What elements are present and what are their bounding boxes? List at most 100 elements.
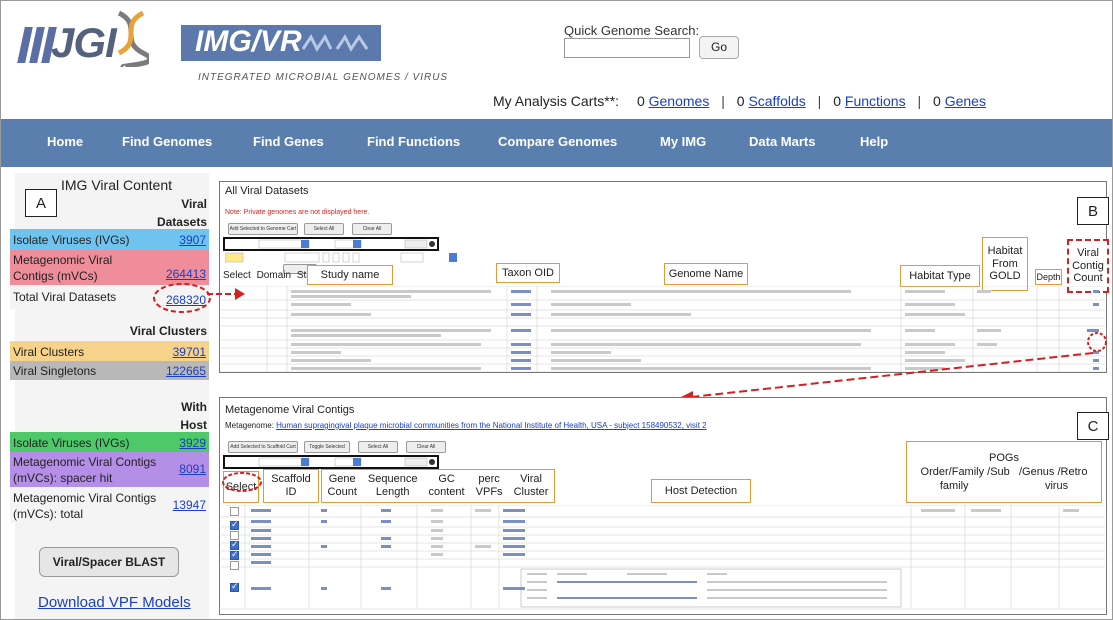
viral-cluster-label: Viral Cluster (513, 473, 549, 498)
filter-controls (258, 239, 435, 249)
filter-controls (258, 457, 435, 467)
callout-viral-contig-count: Viral Contig Count (1067, 239, 1109, 293)
row-label: Total Viral Datasets (13, 290, 117, 304)
row-value-link[interactable]: 122665 (166, 364, 206, 378)
highlight-select-ellipse (222, 472, 262, 492)
viral-clusters-header: Viral Clusters (129, 324, 207, 338)
row-checkbox[interactable] (230, 507, 239, 516)
virus-squiggle-icon (301, 34, 369, 52)
pager-controls (225, 252, 457, 263)
nav-help[interactable]: Help (860, 134, 888, 149)
nav-find-genes[interactable]: Find Genes (253, 134, 324, 149)
main-nav: Home Find Genomes Find Genes Find Functi… (1, 119, 1112, 167)
highlight-arrow-to-panel-b (207, 288, 245, 300)
viral-spacer-blast-button[interactable]: Viral/Spacer BLAST (39, 547, 179, 577)
callout-habitat-type: Habitat Type (900, 265, 980, 287)
cart-scaffolds-link[interactable]: Scaffolds (748, 93, 805, 109)
sidebar-row-host-isolate: Isolate Viruses (IVGs) 3929 (10, 432, 209, 452)
row-value-link[interactable]: 3907 (179, 233, 206, 247)
viral-datasets-header: Viral Datasets (156, 197, 207, 229)
callout-pogs: POGs Order/Family /Sub /Genus /Retro fam… (906, 441, 1102, 503)
quick-search-go-button[interactable]: Go (699, 36, 739, 59)
metagenome-prefix: Metagenome: (225, 421, 274, 430)
sidebar-row-host-spacer-hit: Metagenomic Viral Contigs (mVCs): spacer… (10, 452, 209, 487)
callout-taxon-oid: Taxon OID (496, 263, 560, 283)
carts-label: My Analysis Carts**: (493, 93, 620, 109)
callout-host-detection: Host Detection (651, 479, 751, 503)
nav-compare-genomes[interactable]: Compare Genomes (498, 134, 617, 149)
perc-vpfs-label: perc VPFs (475, 473, 503, 498)
callout-depth: Depth (1035, 269, 1062, 285)
sidebar-row-viral-singletons: Viral Singletons 122665 (10, 361, 209, 380)
gc-content-label: GC content (428, 473, 465, 498)
nav-my-img[interactable]: My IMG (660, 134, 706, 149)
nav-find-genomes[interactable]: Find Genomes (122, 134, 212, 149)
add-to-scaffold-cart-button[interactable]: Add Selected to Scaffold Cart (228, 441, 298, 453)
cart-genes-count: 0 (933, 93, 941, 109)
contigs-table (221, 505, 1105, 610)
clear-all-button[interactable]: Clear All (406, 441, 446, 453)
row-checkbox-checked[interactable] (230, 519, 239, 530)
row-value-link[interactable]: 13947 (173, 498, 206, 512)
screenshot-frame: JGI IMG/VR INTEGRATED MICROBIAL GENOMES … (0, 0, 1113, 620)
select-all-button[interactable]: Select All (358, 441, 398, 453)
sidebar-row-metagenomic-contigs: Metagenomic Viral Contigs (mVCs) 264413 (10, 250, 209, 285)
row-checkbox-checked[interactable] (230, 549, 239, 560)
row-label: Isolate Viruses (IVGs) (13, 436, 130, 450)
metagenome-link[interactable]: Human supragingival plaque microbial com… (276, 421, 706, 430)
with-host-header: With Host (180, 400, 207, 432)
row-checkbox[interactable] (230, 561, 239, 570)
row-value-link[interactable]: 264413 (166, 267, 206, 281)
sidebar-row-host-total: Metagenomic Viral Contigs (mVCs): total … (10, 487, 209, 523)
row-value-link[interactable]: 8091 (179, 462, 206, 476)
gene-count-label: Gene Count (327, 473, 357, 498)
cart-genes-link[interactable]: Genes (945, 93, 986, 109)
cart-genomes-link[interactable]: Genomes (649, 93, 710, 109)
imgvr-logo[interactable]: IMG/VR (195, 25, 302, 59)
row-checkbox-checked[interactable] (230, 581, 239, 592)
add-to-genome-cart-button[interactable]: Add Selected to Genome Cart (228, 223, 298, 235)
dna-helix-icon (117, 11, 149, 67)
callout-genome-name: Genome Name (664, 263, 748, 285)
cart-functions-count: 0 (833, 93, 841, 109)
panel-c-label: C (1077, 412, 1109, 440)
callout-study-name: Study name (307, 265, 393, 285)
quick-search-label: Quick Genome Search: (564, 23, 700, 38)
jgi-logo[interactable]: JGI (51, 19, 117, 67)
row-value-link[interactable]: 39701 (173, 345, 206, 359)
row-label: Metagenomic Viral Contigs (mVCs): total (13, 491, 157, 522)
private-genomes-note: Note: Private genomes are not displayed … (225, 209, 370, 216)
cart-genomes-count: 0 (636, 93, 645, 109)
row-label: Isolate Viruses (IVGs) (13, 233, 130, 247)
site-header: JGI IMG/VR INTEGRATED MICROBIAL GENOMES … (1, 1, 1112, 119)
row-value-link[interactable]: 3929 (179, 436, 206, 450)
analysis-carts: My Analysis Carts**: 0 Genomes | 0 Scaff… (493, 93, 986, 109)
panel-a-label: A (25, 189, 57, 217)
nav-data-marts[interactable]: Data Marts (749, 134, 815, 149)
callout-habitat-from-gold: Habitat From GOLD (982, 237, 1028, 291)
callout-contig-metrics: Gene Count Sequence Length GC content pe… (321, 469, 555, 503)
row-label: Viral Clusters (13, 345, 85, 359)
cart-functions-link[interactable]: Functions (845, 93, 906, 109)
download-vpf-models-link[interactable]: Download VPF Models (38, 594, 191, 611)
select-all-button[interactable]: Select All (304, 223, 344, 235)
imgvr-subtitle: INTEGRATED MICROBIAL GENOMES / VIRUS (198, 72, 449, 83)
sidebar-row-viral-clusters: Viral Clusters 39701 (10, 341, 209, 361)
row-label: Metagenomic Viral Contigs (mVCs) (13, 253, 113, 284)
panel-c-title: Metagenome Viral Contigs (225, 404, 355, 416)
row-label: Viral Singletons (13, 364, 97, 378)
row-label: Metagenomic Viral Contigs (mVCs): spacer… (13, 455, 157, 486)
nav-home[interactable]: Home (47, 134, 83, 149)
nav-find-functions[interactable]: Find Functions (367, 134, 460, 149)
col-select[interactable]: Select (223, 270, 251, 281)
panel-b-label: B (1077, 197, 1109, 225)
sequence-length-label: Sequence Length (367, 473, 418, 498)
clear-all-button[interactable]: Clear All (352, 223, 392, 235)
toggle-selected-button[interactable]: Toggle Selected (304, 441, 350, 453)
sidebar-title: IMG Viral Content (61, 177, 173, 193)
cart-scaffolds-count: 0 (736, 93, 745, 109)
quick-search-input[interactable] (564, 38, 690, 58)
metagenome-line: Metagenome: Human supragingival plaque m… (225, 421, 707, 430)
highlight-ellipse-total (153, 283, 211, 313)
col-domain[interactable]: Domain (257, 270, 291, 281)
